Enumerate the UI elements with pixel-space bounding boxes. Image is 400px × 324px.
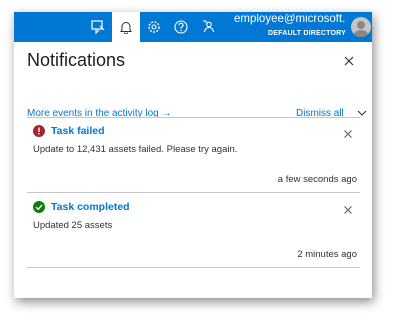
directory-label: DEFAULT DIRECTORY xyxy=(268,29,346,37)
notifications-window: employee@microsoft.c... DEFAULT DIRECTOR… xyxy=(14,12,372,298)
settings-button[interactable] xyxy=(140,12,168,42)
bell-icon xyxy=(120,21,132,34)
notification-message: Updated 25 assets xyxy=(33,220,113,231)
avatar[interactable] xyxy=(351,17,371,37)
close-icon xyxy=(344,56,354,66)
user-avatar-icon xyxy=(353,21,369,37)
close-icon xyxy=(344,130,352,138)
feedback-portal-icon xyxy=(91,20,105,34)
dismiss-notification-button[interactable] xyxy=(343,202,353,214)
gear-icon xyxy=(148,21,160,33)
feedback-portal-button[interactable] xyxy=(84,12,112,42)
help-button[interactable] xyxy=(167,12,195,42)
account-email: employee@microsoft.c... xyxy=(234,14,346,25)
divider xyxy=(27,192,360,193)
notification-title[interactable]: Task failed xyxy=(51,125,105,137)
panel-title: Notifications xyxy=(27,50,126,70)
feedback-icon xyxy=(203,20,215,33)
close-icon xyxy=(344,206,352,214)
notification-message: Update to 12,431 assets failed. Please t… xyxy=(33,144,238,155)
notification-timestamp: a few seconds ago xyxy=(277,174,357,185)
dismiss-notification-button[interactable] xyxy=(343,126,353,138)
error-icon xyxy=(33,125,45,137)
divider xyxy=(27,267,360,268)
chevron-down-icon[interactable] xyxy=(357,109,367,117)
notification-timestamp: 2 minutes ago xyxy=(297,249,357,260)
account-menu[interactable]: employee@microsoft.c... DEFAULT DIRECTOR… xyxy=(234,14,346,37)
help-icon xyxy=(174,20,188,34)
close-panel-button[interactable] xyxy=(342,54,356,68)
feedback-button[interactable] xyxy=(195,12,223,42)
notification-title[interactable]: Task completed xyxy=(51,201,130,213)
top-bar: employee@microsoft.c... DEFAULT DIRECTOR… xyxy=(14,12,372,42)
divider xyxy=(27,117,360,118)
success-icon xyxy=(33,201,45,213)
notifications-button[interactable] xyxy=(112,12,140,42)
